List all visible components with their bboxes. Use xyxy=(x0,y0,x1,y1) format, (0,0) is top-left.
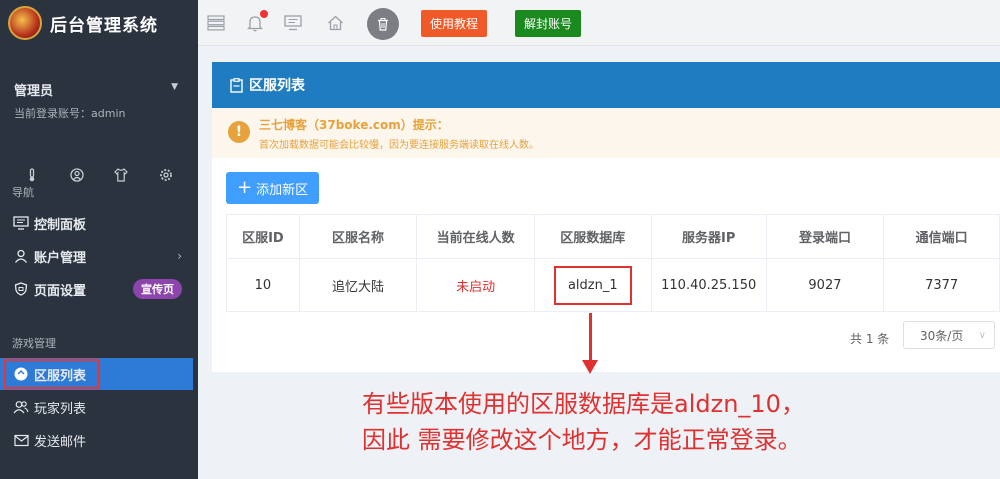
sidebar-item-label: 发送邮件 xyxy=(34,434,87,450)
menu-icon[interactable] xyxy=(206,13,226,33)
column-header[interactable]: 登录端口 xyxy=(765,214,885,259)
user-icon xyxy=(12,247,30,265)
home-icon[interactable] xyxy=(325,13,345,33)
column-header[interactable]: 当前在线人数 xyxy=(416,214,535,259)
table-header-row: 区服ID 区服名称 当前在线人数 区服数据库 服务器IP 登录端口 通信端口 xyxy=(226,214,1000,259)
shield-icon xyxy=(12,280,30,298)
plus-icon: + xyxy=(237,177,253,198)
database-value-highlight[interactable]: aldzn_1 xyxy=(553,265,632,305)
screen-icon[interactable] xyxy=(283,13,303,33)
server-name-cell: 追忆大陆 xyxy=(298,258,418,312)
game-section-label: 游戏管理 xyxy=(12,337,56,350)
bell-icon[interactable] xyxy=(245,10,268,33)
sidebar-item-dashboard[interactable]: 控制面板 xyxy=(0,207,198,239)
mail-icon xyxy=(12,431,30,449)
sidebar-item-accounts[interactable]: 账户管理 › xyxy=(0,240,198,272)
page-size-value: 30条/页 xyxy=(920,328,964,343)
server-table: 区服ID 区服名称 当前在线人数 区服数据库 服务器IP 登录端口 通信端口 1… xyxy=(226,214,1000,312)
sidebar-item-send-mail[interactable]: 发送邮件 xyxy=(0,424,198,456)
pager-total: 共 1 条 xyxy=(850,332,890,346)
caret-down-icon[interactable]: ▼ xyxy=(171,82,178,92)
online-status-cell: 未启动 xyxy=(416,258,535,312)
tutorial-button[interactable]: 使用教程 xyxy=(421,10,488,37)
sidebar-item-label: 账户管理 xyxy=(34,250,87,266)
unban-account-button[interactable]: 解封账号 xyxy=(515,10,582,37)
sidebar-item-label: 控制面板 xyxy=(34,217,87,233)
logo xyxy=(8,6,42,40)
nav-section-label: 导航 xyxy=(12,186,34,199)
notice-title: 三七博客（37boke.com）提示： xyxy=(259,118,449,132)
column-header[interactable]: 通信端口 xyxy=(883,214,1000,259)
notice-text: 首次加载数据可能会比较慢，因为要连接服务端读取在线人数。 xyxy=(259,140,539,151)
users-icon xyxy=(12,398,30,416)
column-header[interactable]: 区服名称 xyxy=(298,214,418,259)
column-header[interactable]: 区服ID xyxy=(226,214,300,259)
annotation-text: 有些版本使用的区服数据库是aldzn_10， 因此 需要修改这个地方，才能正常登… xyxy=(362,386,805,458)
database-cell: aldzn_1 xyxy=(533,258,652,312)
app-title: 后台管理系统 xyxy=(50,15,158,36)
annotation-line-1: 有些版本使用的区服数据库是aldzn_10， xyxy=(362,390,805,418)
warning-icon: ! xyxy=(228,121,250,143)
page-size-select[interactable]: 30条/页 ∨ xyxy=(903,321,995,349)
promo-badge: 宣传页 xyxy=(133,279,182,299)
user-panel: 管理员 ▼ 当前登录账号：admin xyxy=(0,46,198,170)
server-id-cell: 10 xyxy=(226,258,300,312)
current-account: 当前登录账号：admin xyxy=(14,105,198,121)
notice-alert: ! 三七博客（37boke.com）提示： 首次加载数据可能会比较慢，因为要连接… xyxy=(212,108,1000,158)
server-ip-cell: 110.40.25.150 xyxy=(650,258,767,312)
add-server-button[interactable]: + 添加新区 xyxy=(226,172,320,204)
sidebar-item-label: 页面设置 xyxy=(34,283,87,299)
chevron-right-icon: › xyxy=(177,249,182,263)
server-list-panel: 区服列表 ! 三七博客（37boke.com）提示： 首次加载数据可能会比较慢，… xyxy=(212,62,1000,372)
monitor-icon xyxy=(12,214,30,232)
annotation-line-2: 因此 需要修改这个地方，才能正常登录。 xyxy=(362,426,802,454)
column-header[interactable]: 区服数据库 xyxy=(533,214,652,259)
clipboard-icon xyxy=(230,77,243,93)
sidebar-item-player-list[interactable]: 玩家列表 xyxy=(0,391,198,423)
sidebar-item-page-settings[interactable]: 页面设置 宣传页 xyxy=(0,273,198,305)
login-port-cell: 9027 xyxy=(765,258,885,312)
panel-title: 区服列表 xyxy=(249,78,305,94)
add-server-label: 添加新区 xyxy=(256,182,309,198)
notification-dot xyxy=(260,10,268,18)
panel-header: 区服列表 xyxy=(212,62,1000,108)
chevron-down-icon: ∨ xyxy=(978,329,986,341)
login-prefix: 当前登录账号： xyxy=(14,107,91,120)
trash-icon[interactable] xyxy=(367,8,399,40)
highlight-box xyxy=(4,359,100,389)
topbar: 使用教程 解封账号 xyxy=(198,0,1000,46)
annotation-arrow-head xyxy=(582,360,598,374)
sidebar: 后台管理系统 管理员 ▼ 当前登录账号：admin 导航 控制面板 账户管理 › xyxy=(0,0,198,479)
account-name: admin xyxy=(91,107,126,120)
sidebar-item-label: 玩家列表 xyxy=(34,401,87,417)
annotation-arrow xyxy=(589,313,592,363)
table-row[interactable]: 10 追忆大陆 未启动 aldzn_1 110.40.25.150 9027 7… xyxy=(226,258,1000,312)
column-header[interactable]: 服务器IP xyxy=(650,214,767,259)
comm-port-cell: 7377 xyxy=(883,258,1000,312)
brand[interactable]: 后台管理系统 xyxy=(0,0,198,46)
